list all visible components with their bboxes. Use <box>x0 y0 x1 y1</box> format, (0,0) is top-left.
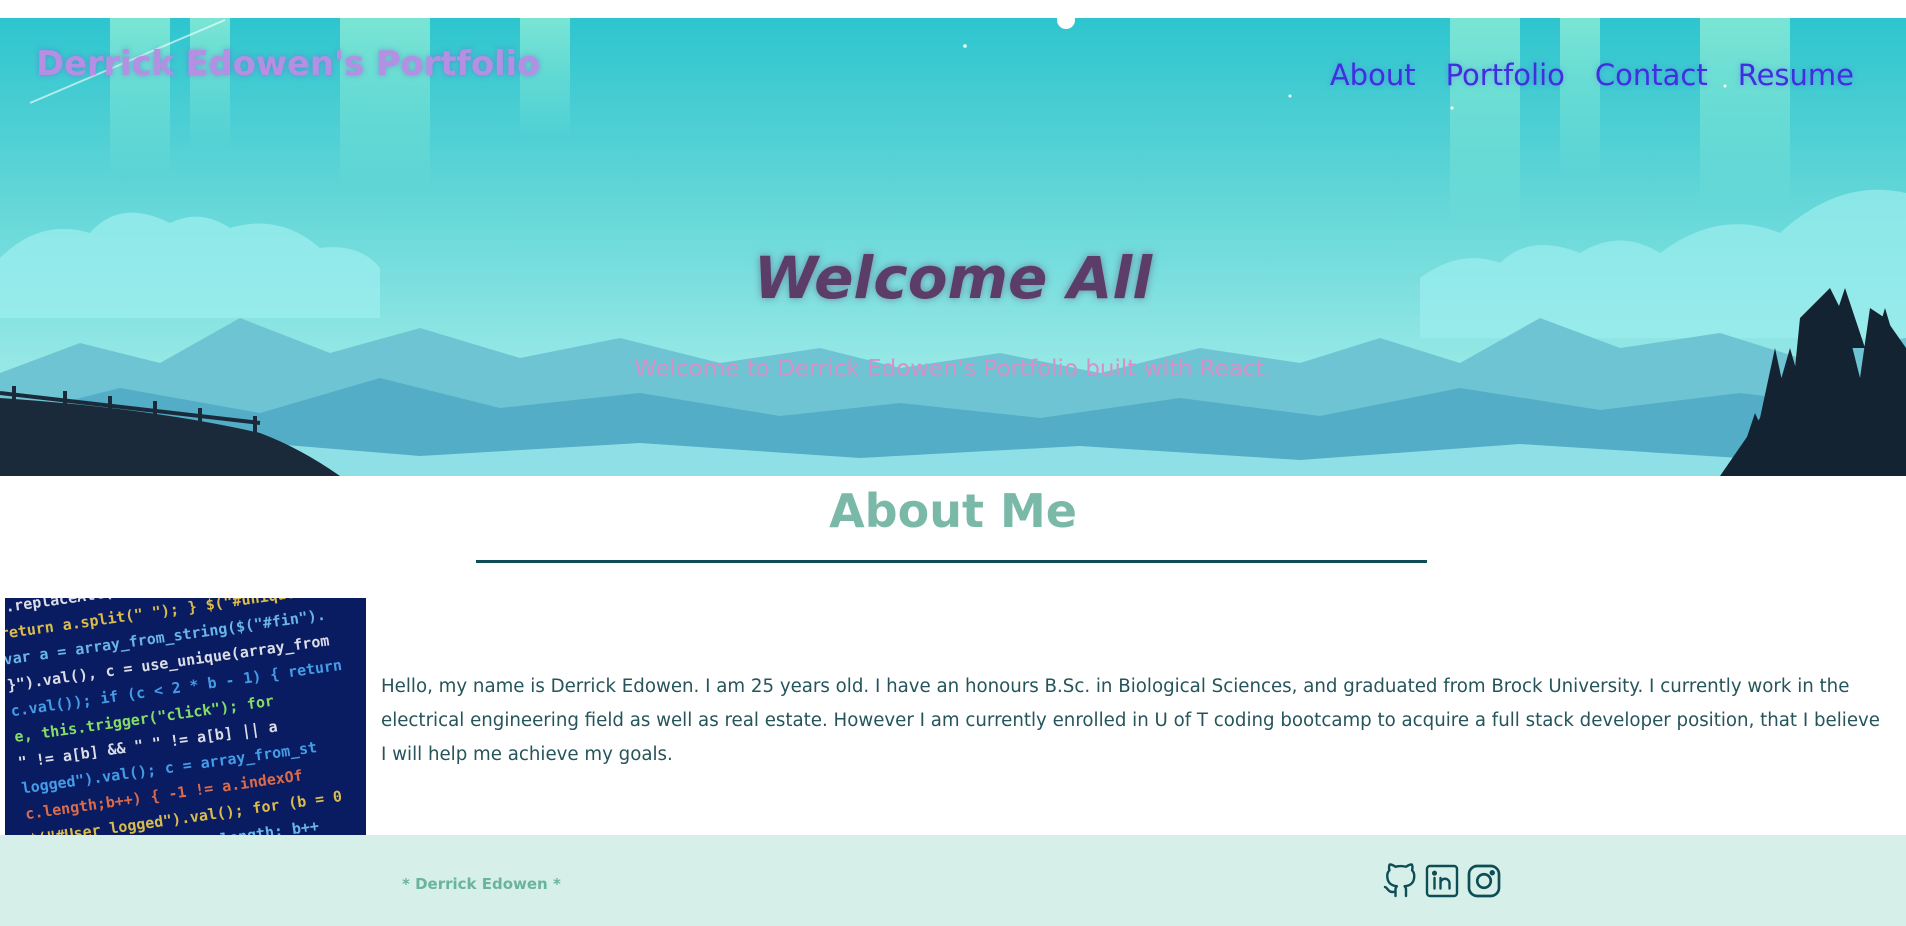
nav-link-portfolio[interactable]: Portfolio <box>1446 58 1565 92</box>
hero-banner: Derrick Edowen's Portfolio About Portfol… <box>0 18 1906 476</box>
top-strip <box>0 0 1906 18</box>
footer-name: * Derrick Edowen * <box>402 875 561 893</box>
main-nav: About Portfolio Contact Resume <box>1330 58 1854 92</box>
github-icon[interactable] <box>1382 862 1418 900</box>
nav-link-resume[interactable]: Resume <box>1738 58 1854 92</box>
footer: * Derrick Edowen * <box>0 835 1906 926</box>
site-brand[interactable]: Derrick Edowen's Portfolio <box>36 44 540 84</box>
hero-title: Welcome All <box>753 244 1153 312</box>
nav-link-contact[interactable]: Contact <box>1595 58 1708 92</box>
portfolio-page: Derrick Edowen's Portfolio About Portfol… <box>0 0 1906 926</box>
about-divider <box>476 560 1427 563</box>
nav-link-about[interactable]: About <box>1330 58 1416 92</box>
hero-subtitle: Welcome to Derrick Edowen's Portfolio bu… <box>634 356 1272 382</box>
instagram-icon[interactable] <box>1466 862 1502 900</box>
about-heading: About Me <box>829 484 1077 538</box>
code-screen-image: ".replaceAll(",", "", a); a = a. return … <box>5 598 366 835</box>
about-text: Hello, my name is Derrick Edowen. I am 2… <box>381 676 1880 765</box>
social-links <box>1382 862 1502 900</box>
linkedin-icon[interactable] <box>1424 862 1460 900</box>
